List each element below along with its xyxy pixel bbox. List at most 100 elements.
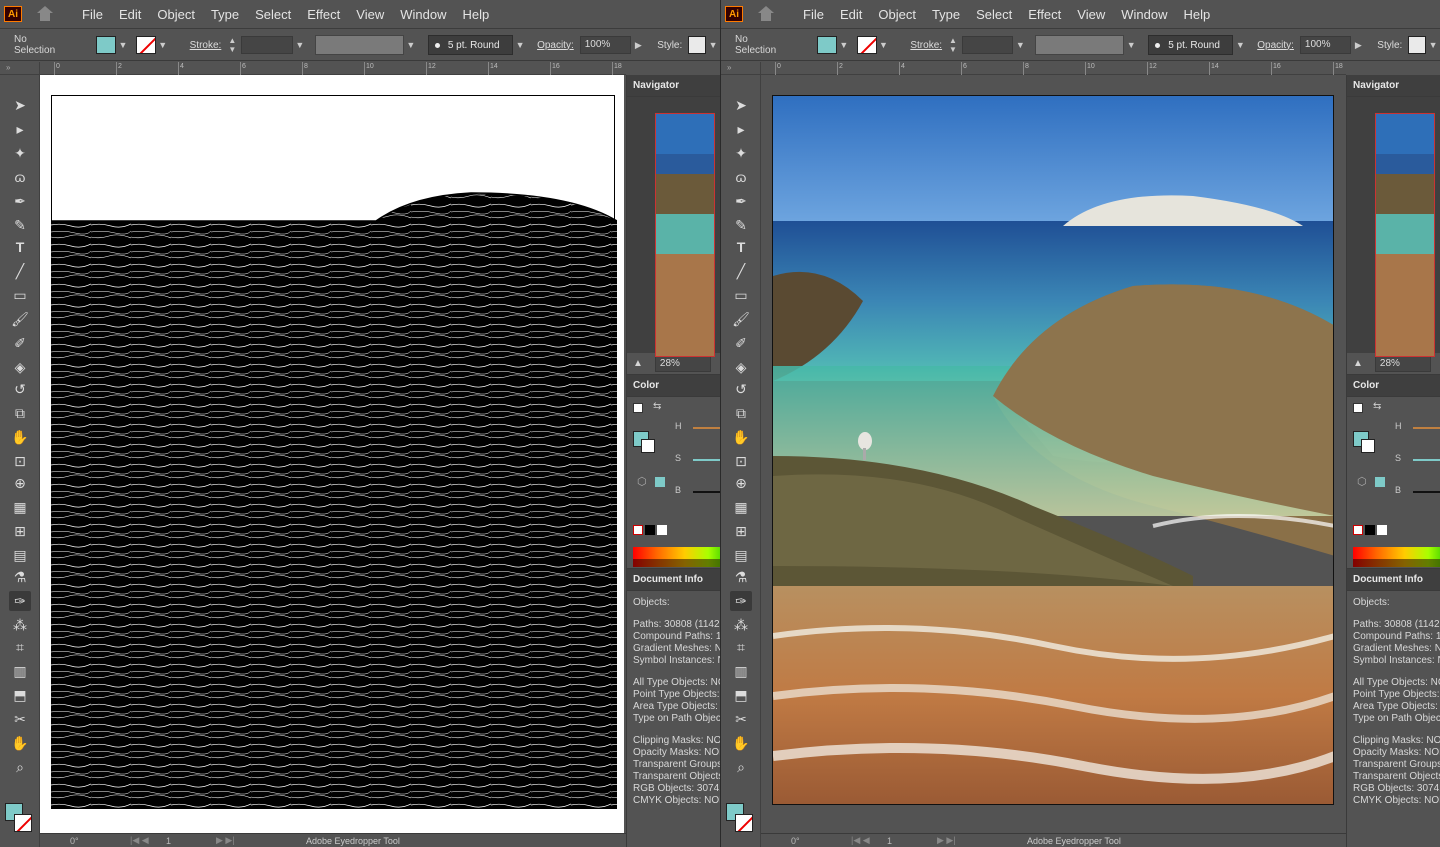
curvature-icon[interactable]: ✎ <box>730 215 752 235</box>
menu-object[interactable]: Object <box>149 0 203 29</box>
navigator-preview[interactable] <box>1347 97 1440 357</box>
out-of-gamut-icon[interactable]: ⬡ <box>1357 475 1367 488</box>
mesh-icon[interactable]: ⊞ <box>9 521 31 541</box>
artboard-number[interactable]: 1 <box>887 836 927 846</box>
stroke-swatch[interactable] <box>856 36 877 54</box>
menu-select[interactable]: Select <box>968 0 1020 29</box>
variable-width-profile[interactable] <box>1035 35 1125 55</box>
menu-window[interactable]: Window <box>1113 0 1175 29</box>
menu-effect[interactable]: Effect <box>1020 0 1069 29</box>
paintbrush-icon[interactable]: 🖌 <box>730 309 752 329</box>
home-icon[interactable] <box>36 6 54 22</box>
pen-icon[interactable]: ✒ <box>730 191 752 211</box>
zoom-out-icon[interactable]: ▲ <box>633 358 643 369</box>
saturation-slider[interactable] <box>693 459 720 461</box>
selection-tool-icon[interactable]: ➤ <box>9 95 31 115</box>
chevron-down-icon[interactable]: ▼ <box>293 36 307 54</box>
rotate-icon[interactable]: ↺ <box>9 379 31 399</box>
menu-type[interactable]: Type <box>203 0 247 29</box>
line-icon[interactable]: ╱ <box>730 261 752 281</box>
chevron-right-icon[interactable]: ▶ <box>631 36 645 54</box>
direct-selection-icon[interactable]: ▸ <box>9 119 31 139</box>
style-swatch[interactable] <box>688 36 707 54</box>
variable-width-profile[interactable] <box>314 35 404 55</box>
stroke-weight-input[interactable] <box>961 36 1014 54</box>
eraser-icon[interactable]: ◈ <box>9 357 31 377</box>
stroke-label[interactable]: Stroke: <box>190 40 222 51</box>
scale-icon[interactable]: ⧉ <box>9 403 31 423</box>
zoom-out-icon[interactable]: ▲ <box>1353 358 1363 369</box>
shape-builder-icon[interactable]: ⊕ <box>9 473 31 493</box>
free-transform-icon[interactable]: ⊡ <box>9 451 31 471</box>
chevron-down-icon[interactable]: ▼ <box>1426 36 1440 54</box>
chevron-down-icon[interactable]: ▼ <box>513 36 527 54</box>
brightness-slider[interactable] <box>1413 491 1440 493</box>
menu-select[interactable]: Select <box>247 0 299 29</box>
artboard-nav-next[interactable]: ▶ ▶| <box>216 835 246 846</box>
fill-swatch[interactable] <box>96 36 117 54</box>
gradient-icon[interactable]: ▤ <box>730 545 752 565</box>
rectangle-icon[interactable]: ▭ <box>730 285 752 305</box>
zoom-icon[interactable]: ⌕ <box>730 757 752 777</box>
hue-slider[interactable] <box>1413 427 1440 429</box>
chevron-down-icon[interactable]: ▼ <box>837 36 851 54</box>
chevron-down-icon[interactable]: ▼ <box>1013 36 1027 54</box>
type-icon[interactable]: T <box>9 237 31 257</box>
rotation-field[interactable]: 0° <box>791 836 841 846</box>
zoom-icon[interactable]: ⌕ <box>9 757 31 777</box>
web-safe-swatch[interactable] <box>1375 477 1385 487</box>
document-info-panel-tab[interactable]: Document Info <box>627 569 720 591</box>
menu-help[interactable]: Help <box>454 0 497 29</box>
pen-icon[interactable]: ✒ <box>9 191 31 211</box>
brightness-slider[interactable] <box>693 491 720 493</box>
fill-swatch[interactable] <box>817 36 837 54</box>
white-swatch[interactable] <box>657 525 667 535</box>
warp-icon[interactable]: ✋ <box>730 427 752 447</box>
color-stroke-swatch[interactable] <box>1361 439 1375 453</box>
black-swatch[interactable] <box>1365 525 1375 535</box>
chevron-down-icon[interactable]: ▼ <box>116 36 130 54</box>
line-icon[interactable]: ╱ <box>9 261 31 281</box>
artboard-nav-arrows[interactable]: |◀ ◀ <box>851 835 881 846</box>
stroke-weight-input[interactable] <box>241 36 293 54</box>
knife-icon[interactable]: ✂ <box>730 709 752 729</box>
menu-window[interactable]: Window <box>392 0 454 29</box>
stroke-swatch[interactable] <box>135 36 156 54</box>
gradient-icon[interactable]: ▤ <box>9 545 31 565</box>
artboard-nav-arrows[interactable]: |◀ ◀ <box>130 835 160 846</box>
menu-file[interactable]: File <box>795 0 832 29</box>
blend-icon[interactable]: ⚗ <box>730 567 752 587</box>
shaper-icon[interactable]: ✐ <box>9 333 31 353</box>
web-safe-swatch[interactable] <box>655 477 665 487</box>
none-swatch[interactable] <box>633 525 643 535</box>
canvas-outline[interactable] <box>40 75 626 833</box>
mesh-icon[interactable]: ⊞ <box>730 521 752 541</box>
style-swatch[interactable] <box>1408 36 1427 54</box>
canvas-preview[interactable] <box>761 75 1346 833</box>
toolbar-stroke-swatch[interactable] <box>735 814 753 832</box>
knife-icon[interactable]: ✂ <box>9 709 31 729</box>
navigator-preview[interactable] <box>627 97 720 357</box>
brush-definition[interactable]: 5 pt. Round <box>427 35 514 55</box>
artboard-icon[interactable]: ⬒ <box>730 685 752 705</box>
chevron-down-icon[interactable]: ▼ <box>404 36 418 54</box>
eyedropper-icon[interactable]: ✑ <box>730 591 752 611</box>
navigator-panel-tab[interactable]: Navigator <box>1347 75 1440 97</box>
shape-builder-icon[interactable]: ⊕ <box>730 473 752 493</box>
rotation-field[interactable]: 0° <box>70 836 120 846</box>
white-swatch[interactable] <box>1377 525 1387 535</box>
free-transform-icon[interactable]: ⊡ <box>730 451 752 471</box>
warp-icon[interactable]: ✋ <box>9 427 31 447</box>
curvature-icon[interactable]: ✎ <box>9 215 31 235</box>
opacity-input[interactable]: 100% <box>1299 36 1352 54</box>
hand-icon[interactable]: ✋ <box>730 733 752 753</box>
menu-type[interactable]: Type <box>924 0 968 29</box>
stroke-spinner[interactable]: ▲ ▼ <box>227 36 237 54</box>
slice-icon[interactable]: ⌗ <box>730 637 752 657</box>
swap-icon[interactable]: ⇆ <box>653 401 661 412</box>
chevron-down-icon[interactable]: ▼ <box>706 36 720 54</box>
default-colors-icon[interactable] <box>633 403 643 413</box>
color-stroke-swatch[interactable] <box>641 439 655 453</box>
perspective-icon[interactable]: ▦ <box>9 497 31 517</box>
navigator-zoom-input[interactable]: 28% <box>1374 355 1431 372</box>
